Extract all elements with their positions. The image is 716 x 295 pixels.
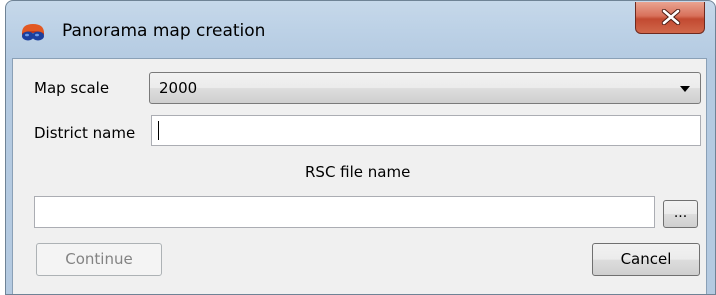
- close-x-icon: [661, 9, 681, 25]
- cancel-button[interactable]: Cancel: [592, 243, 700, 276]
- district-name-input[interactable]: [151, 115, 701, 146]
- text-caret: [158, 121, 159, 140]
- browse-button[interactable]: ...: [663, 200, 698, 228]
- title-bar[interactable]: Panorama map creation: [6, 1, 715, 58]
- district-name-label: District name: [34, 124, 136, 142]
- chevron-down-icon[interactable]: [680, 86, 690, 92]
- continue-button[interactable]: Continue: [36, 243, 162, 276]
- panorama-map-creation-dialog: Panorama map creation Map scale 2000 Dis…: [5, 0, 716, 295]
- dialog-body: Map scale 2000 District name RSC file na…: [12, 58, 707, 294]
- panorama-glasses-icon: [20, 22, 46, 44]
- rsc-file-name-label: RSC file name: [305, 163, 411, 181]
- map-scale-value: 2000: [159, 79, 198, 97]
- close-button[interactable]: [635, 2, 705, 34]
- map-scale-label: Map scale: [34, 79, 110, 97]
- window-title: Panorama map creation: [62, 21, 266, 41]
- rsc-file-name-input[interactable]: [34, 196, 655, 228]
- map-scale-select[interactable]: 2000: [149, 72, 701, 104]
